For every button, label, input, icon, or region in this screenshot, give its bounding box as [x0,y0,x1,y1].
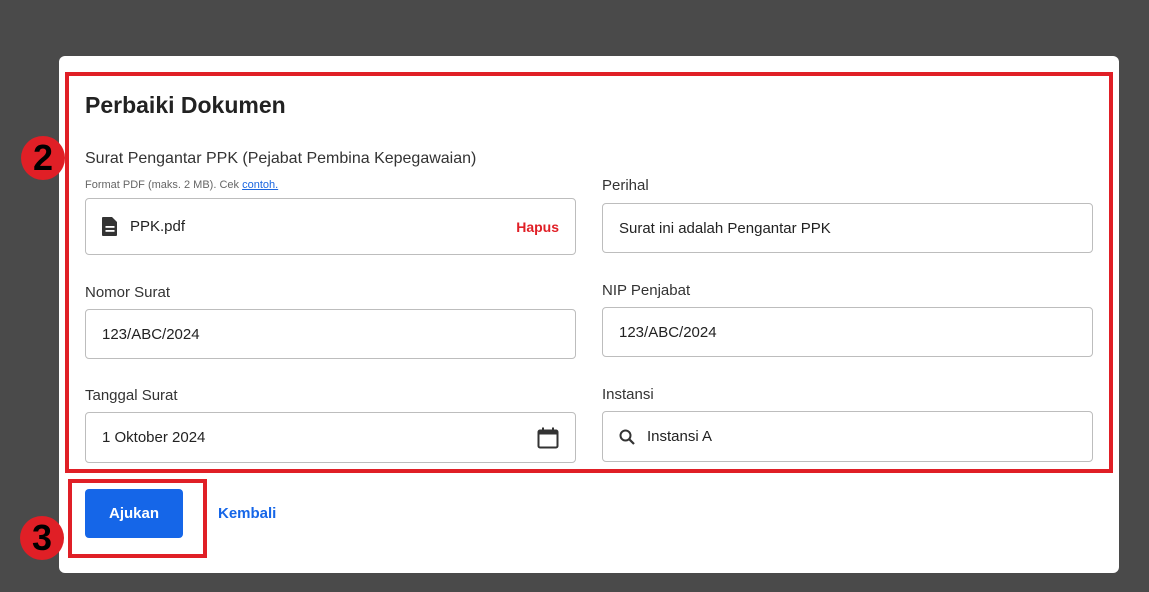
instansi-search-input[interactable]: Instansi A [602,411,1093,462]
remove-file-button[interactable]: Hapus [516,219,559,235]
nip-penjabat-label: NIP Penjabat [602,282,691,299]
nip-penjabat-value: 123/ABC/2024 [619,323,717,341]
upload-label: Surat Pengantar PPK (Pejabat Pembina Kep… [85,150,477,167]
back-link[interactable]: Kembali [218,505,276,522]
upload-hint-text: Format PDF (maks. 2 MB). Cek [85,179,243,191]
upload-hint: Format PDF (maks. 2 MB). Cek contoh. [85,179,278,191]
nomor-surat-label: Nomor Surat [85,284,171,301]
tanggal-surat-value: 1 Oktober 2024 [102,429,206,446]
example-link[interactable]: contoh. [242,179,278,191]
tanggal-surat-label: Tanggal Surat [85,387,178,404]
tanggal-surat-input[interactable]: 1 Oktober 2024 [85,412,576,463]
perihal-label: Perihal [602,177,649,194]
nomor-surat-input[interactable]: 123/ABC/2024 [85,309,576,359]
step-badge-2: 2 [21,136,65,180]
file-icon [102,217,118,236]
calendar-icon[interactable] [537,427,559,449]
perihal-input[interactable]: Surat ini adalah Pengantar PPK [602,203,1093,253]
submit-button[interactable]: Ajukan [85,489,183,538]
perihal-value: Surat ini adalah Pengantar PPK [619,219,831,237]
step-badge-3: 3 [20,516,64,560]
nip-penjabat-input[interactable]: 123/ABC/2024 [602,307,1093,357]
nomor-surat-value: 123/ABC/2024 [102,325,200,343]
uploaded-file-name: PPK.pdf [130,218,186,235]
instansi-value: Instansi A [647,428,713,445]
page-title: Perbaiki Dokumen [85,92,286,118]
search-icon [619,429,635,445]
instansi-label: Instansi [602,386,654,403]
uploaded-file-field: PPK.pdf Hapus [85,198,576,255]
